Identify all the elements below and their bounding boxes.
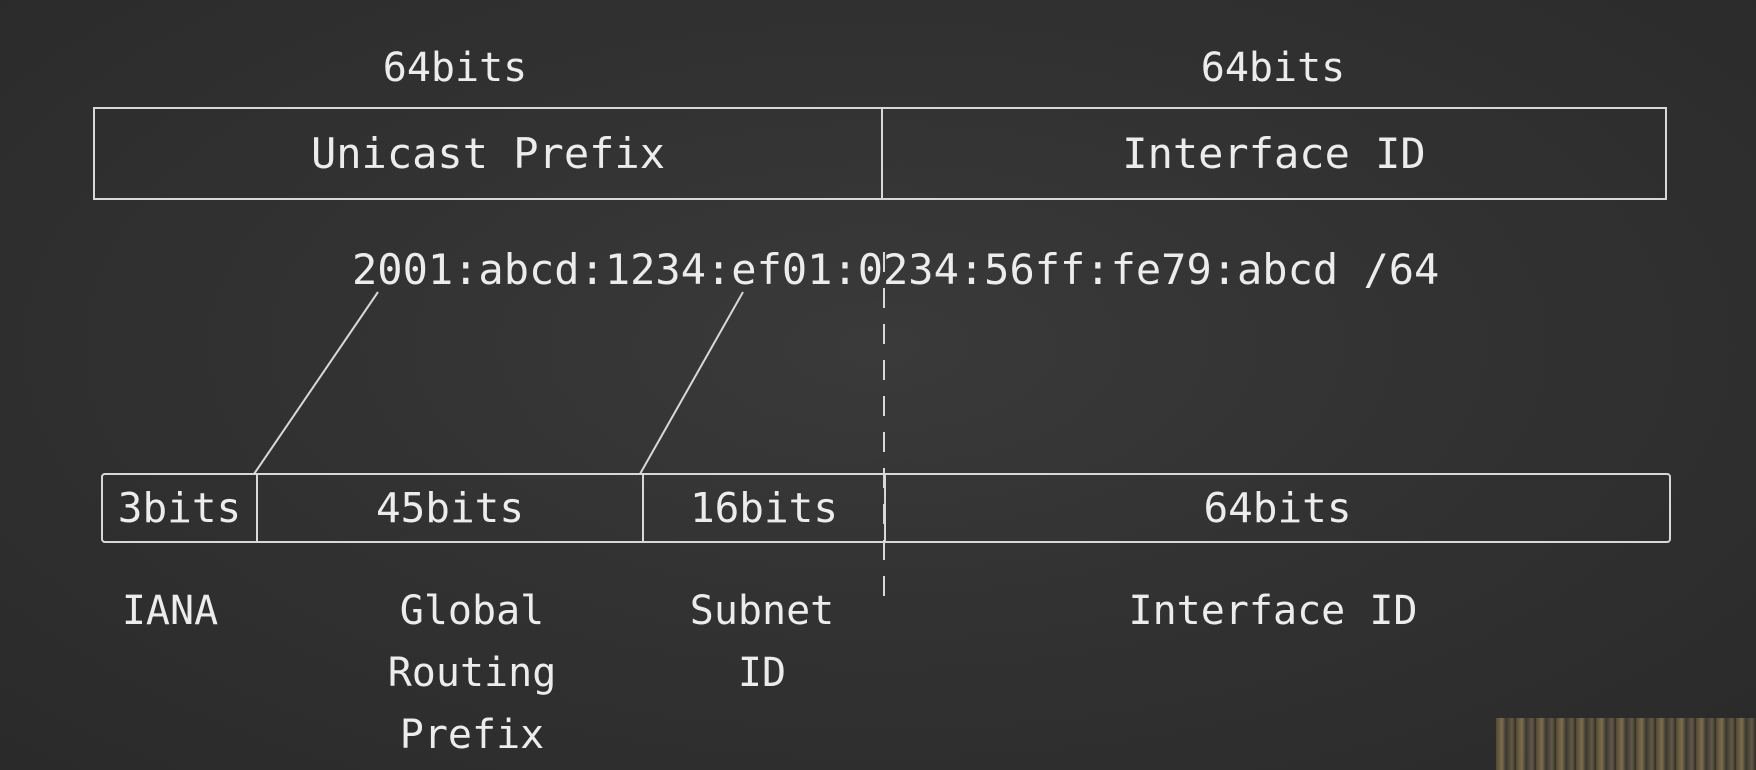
diagram-canvas: 64bits 64bits Unicast Prefix Interface I… <box>0 0 1756 770</box>
global-routing-prefix-description: Global Routing Prefix <box>388 580 557 766</box>
interface-id-description: Interface ID <box>1129 580 1418 642</box>
global-routing-bits-label: 45bits <box>375 484 525 532</box>
interface-id-cell-top: Interface ID <box>883 109 1665 198</box>
iana-connector-line <box>253 291 379 475</box>
global-routing-line-2: Routing <box>387 650 557 696</box>
iana-name: IANA <box>121 588 219 634</box>
interface-id-label-top: Interface ID <box>1122 129 1426 178</box>
iana-description: IANA <box>122 580 218 642</box>
unicast-prefix-cell: Unicast Prefix <box>95 109 883 198</box>
top-right-bits-label: 64bits <box>1200 45 1346 91</box>
top-left-bits-label: 64bits <box>382 45 528 91</box>
subnet-id-line-1: Subnet <box>689 588 835 634</box>
iana-bits-label: 3bits <box>117 484 242 532</box>
top-address-box: Unicast Prefix Interface ID <box>93 107 1667 200</box>
subnet-id-description: Subnet ID <box>690 580 835 704</box>
subnet-id-line-2: ID <box>737 650 787 696</box>
global-routing-line-3: Prefix <box>399 712 545 758</box>
unicast-prefix-label: Unicast Prefix <box>310 129 665 178</box>
subnet-bits-label: 16bits <box>689 484 839 532</box>
interface-bits-label: 64bits <box>1203 484 1352 532</box>
global-routing-line-1: Global <box>399 588 545 634</box>
interface-id-name: Interface ID <box>1128 588 1418 634</box>
global-routing-bits-cell: 45bits <box>258 475 644 541</box>
ipv6-address: 2001:abcd:1234:ef01:0234:56ff:fe79:abcd … <box>352 245 1440 294</box>
iana-bits-cell: 3bits <box>103 475 258 541</box>
subnet-connector-line <box>639 291 744 475</box>
subnet-bits-cell: 16bits <box>644 475 886 541</box>
bottom-field-box: 3bits 45bits 16bits 64bits <box>101 473 1671 543</box>
interface-bits-cell: 64bits <box>886 475 1669 541</box>
corner-video-thumbnail <box>1496 718 1756 770</box>
